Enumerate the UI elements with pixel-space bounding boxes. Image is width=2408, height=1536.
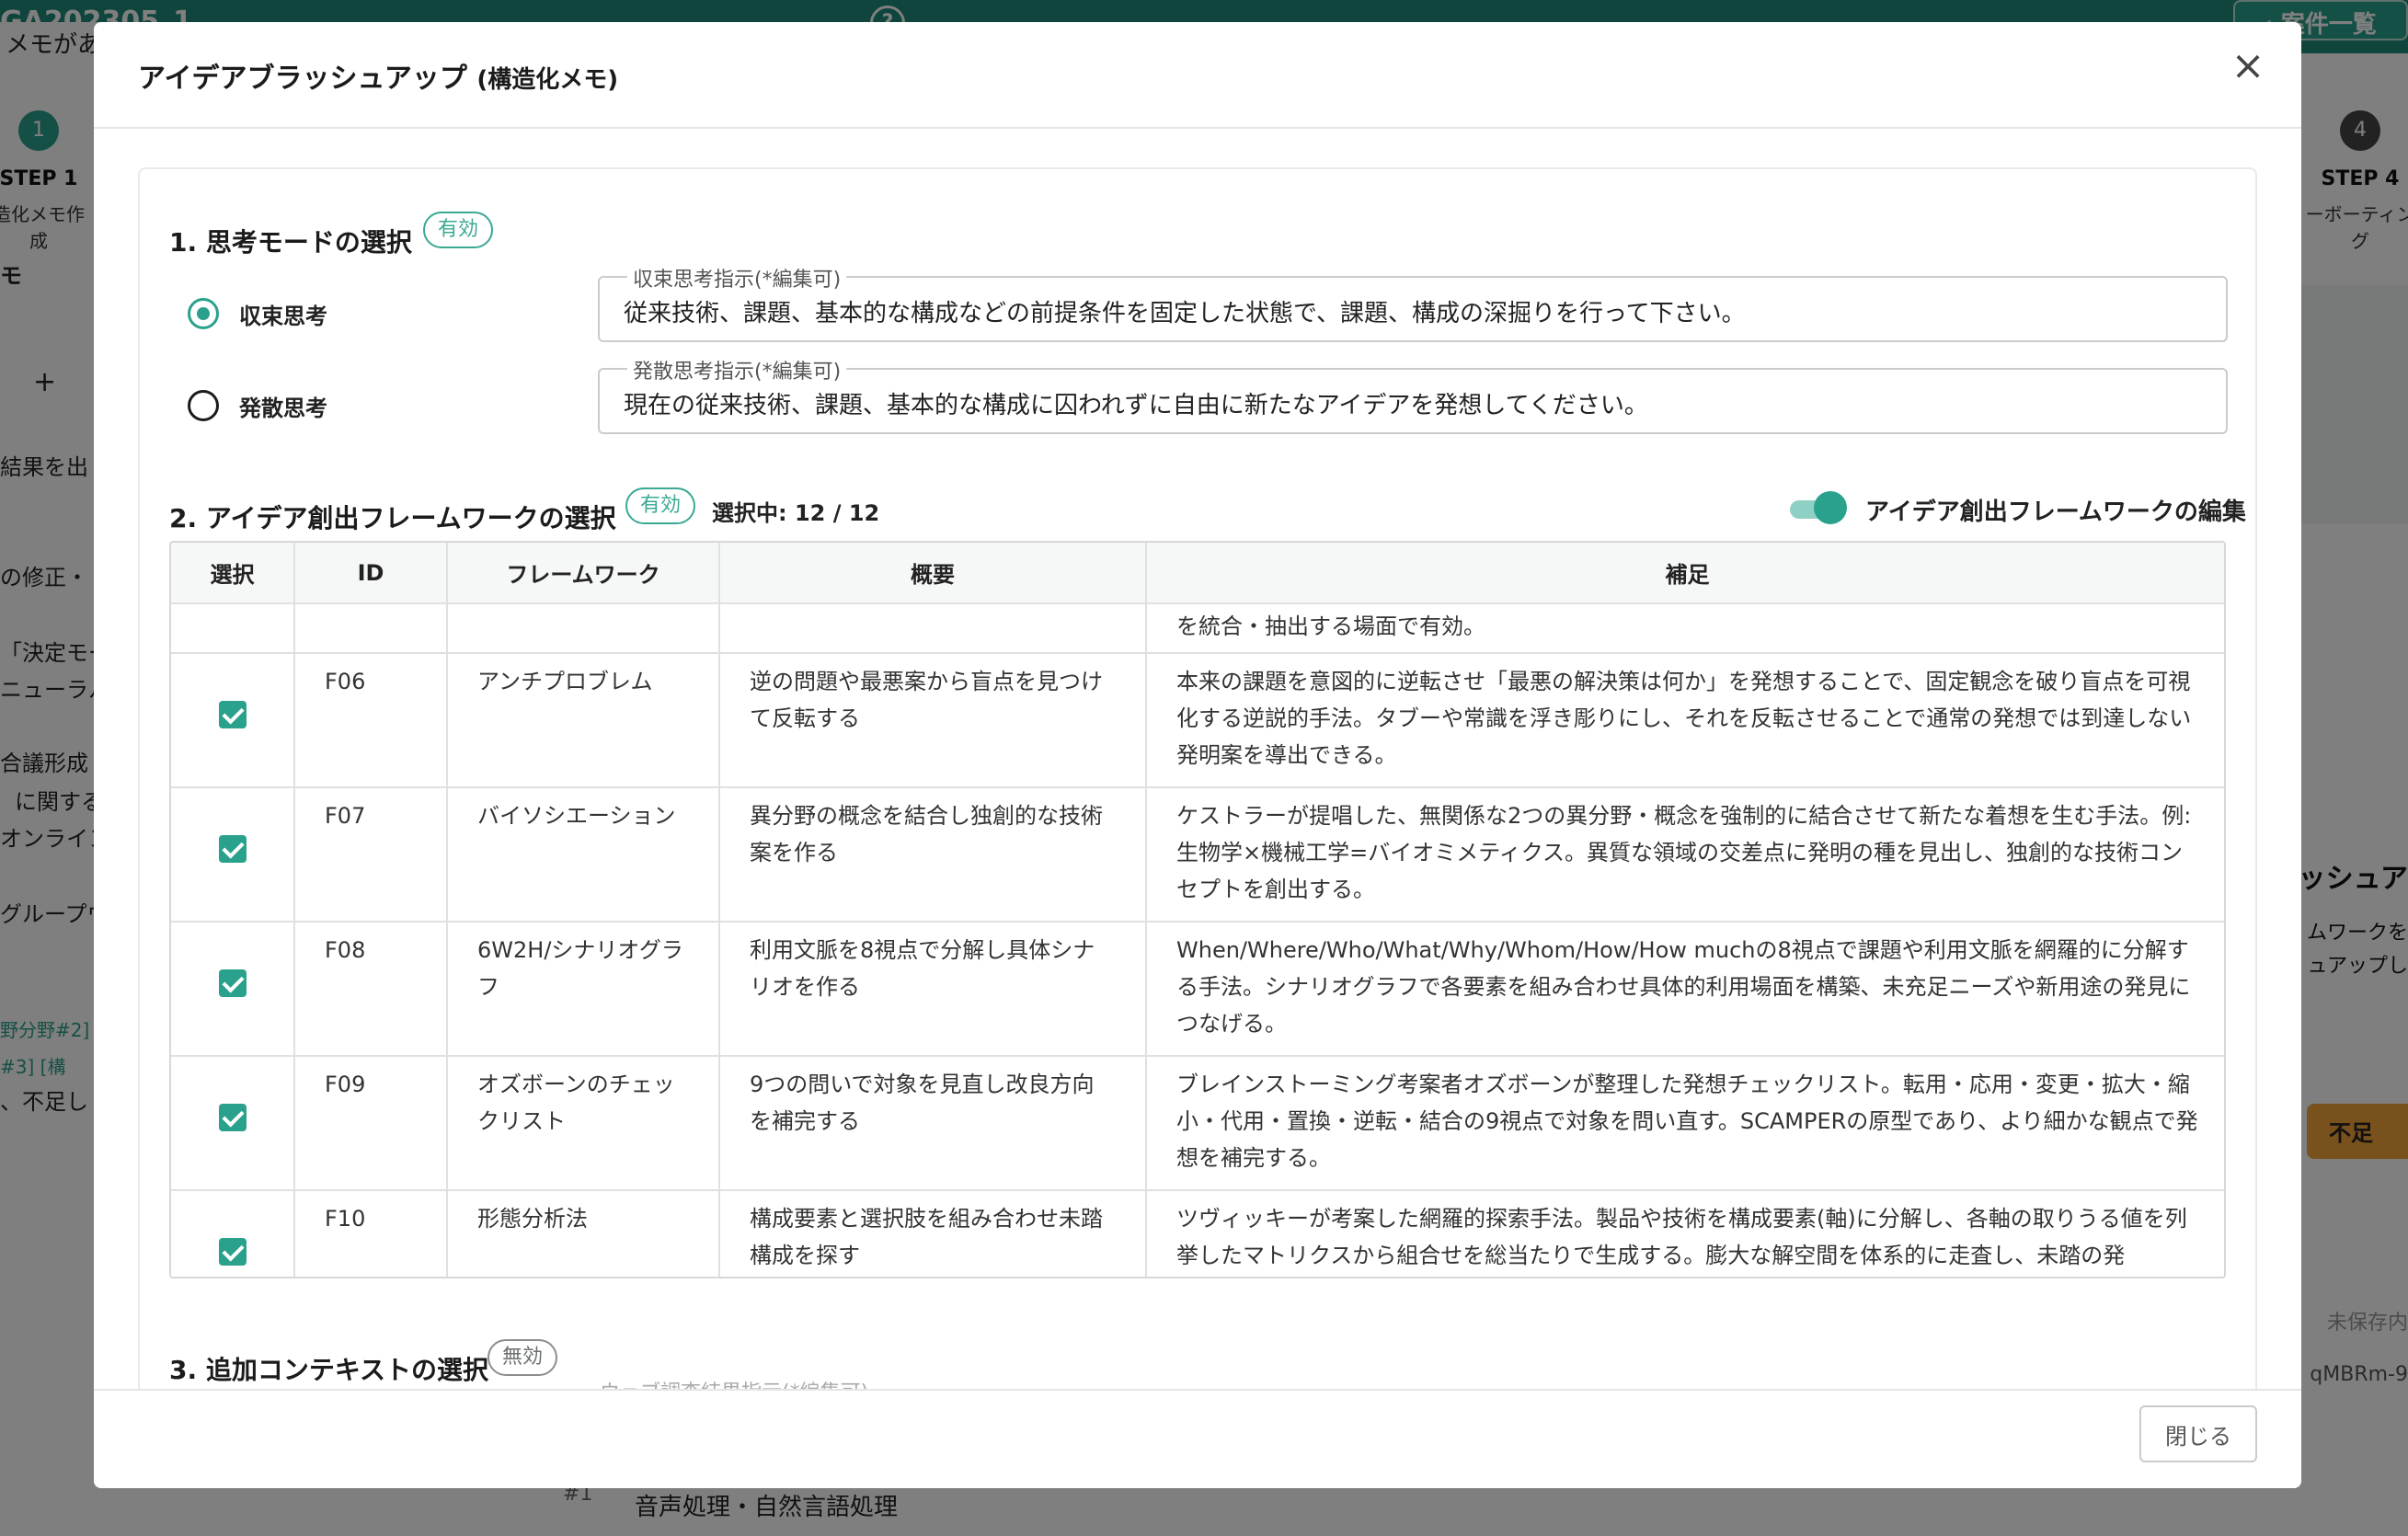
table-row[interactable]: F07 バイソシエーション 異分野の概念を結合し独創的な技術案を作る ケストラー… <box>171 787 2224 923</box>
framework-edit-toggle[interactable] <box>1790 489 1847 526</box>
modal-footer: 閉じる <box>94 1389 2301 1488</box>
convergent-instruction-field[interactable]: 収束思考指示(*編集可) 従来技術、課題、基本的な構成などの前提条件を固定した状… <box>598 263 2228 342</box>
cell-summary: 利用文脈を8視点で分解し具体シナリオを作る <box>719 922 1147 1057</box>
cell-summary: 9つの問いで対象を見直し改良方向を補完する <box>719 1056 1147 1191</box>
table-row[interactable]: F10 形態分析法 構成要素と選択肢を組み合わせ未踏構成を探す ツヴィッキーが考… <box>171 1190 2224 1277</box>
section2-title: 2. アイデア創出フレームワークの選択 <box>169 503 616 533</box>
cell-note: ブレインストーミング考案者オズボーンが整理した発想チェックリスト。転用・応用・変… <box>1146 1056 2224 1191</box>
cell-id: F06 <box>294 653 448 788</box>
row-checkbox[interactable] <box>218 835 247 863</box>
idea-brushup-modal: アイデアブラッシュアップ (構造化メモ) × 1. 思考モードの選択 有効 収束… <box>94 22 2301 1488</box>
row-checkbox[interactable] <box>218 1104 247 1131</box>
divergent-instruction-value[interactable]: 現在の従来技術、課題、基本的な構成に囚われずに自由に新たなアイデアを発想してくだ… <box>624 386 1648 420</box>
cell-id: F10 <box>294 1190 448 1277</box>
close-icon[interactable]: × <box>2228 46 2268 88</box>
cell-summary: 構成要素と選択肢を組み合わせ未踏構成を探す <box>719 1190 1147 1277</box>
section3-status-badge: 無効 <box>487 1339 558 1376</box>
cell-select <box>171 1056 295 1191</box>
convergent-label[interactable]: 収束思考 <box>239 298 327 330</box>
divergent-instruction-label: 発散思考指示(*編集可) <box>627 355 847 384</box>
modal-body: 1. 思考モードの選択 有効 収束思考 収束思考指示(*編集可) 従来技術、課題… <box>138 167 2257 1400</box>
toggle-knob <box>1814 491 1847 524</box>
cell-framework: アンチプロブレム <box>447 653 720 788</box>
divergent-instruction-field[interactable]: 発散思考指示(*編集可) 現在の従来技術、課題、基本的な構成に囚われずに自由に新… <box>598 355 2228 434</box>
section1-title: 1. 思考モードの選択 <box>169 227 412 258</box>
modal-header: アイデアブラッシュアップ (構造化メモ) × <box>94 22 2301 129</box>
divergent-radio[interactable] <box>188 390 219 421</box>
modal-title: アイデアブラッシュアップ (構造化メモ) <box>138 63 619 95</box>
convergent-instruction-value[interactable]: 従来技術、課題、基本的な構成などの前提条件を固定した状態で、課題、構成の深掘りを… <box>624 294 1746 328</box>
cell <box>294 603 448 654</box>
col-summary: 概要 <box>719 543 1147 604</box>
framework-table: 選択 ID フレームワーク 概要 補足 を統合・抽出する場面で有効。 F06 ア… <box>169 541 2226 1278</box>
table-header-row: 選択 ID フレームワーク 概要 補足 <box>171 543 2224 604</box>
section1-status-badge: 有効 <box>423 212 494 248</box>
divergent-label[interactable]: 発散思考 <box>239 390 327 422</box>
cell-framework: オズボーンのチェックリスト <box>447 1056 720 1191</box>
cell-id: F08 <box>294 922 448 1057</box>
cell-select <box>171 922 295 1057</box>
cell-select <box>171 1190 295 1277</box>
table-row[interactable]: F06 アンチプロブレム 逆の問題や最悪案から盲点を見つけて反転する 本来の課題… <box>171 653 2224 788</box>
cell <box>171 603 295 654</box>
cell-note: 本来の課題を意図的に逆転させ「最悪の解決策は何か」を発想することで、固定観念を破… <box>1146 653 2224 788</box>
col-framework: フレームワーク <box>447 543 720 604</box>
cell-id: F09 <box>294 1056 448 1191</box>
col-note: 補足 <box>1146 543 2224 604</box>
row-checkbox[interactable] <box>218 969 247 997</box>
cell-note: ケストラーが提唱した、無関係な2つの異分野・概念を強制的に結合させて新たな着想を… <box>1146 787 2224 923</box>
cell <box>719 603 1147 654</box>
table-row[interactable]: F08 6W2H/シナリオグラフ 利用文脈を8視点で分解し具体シナリオを作る W… <box>171 922 2224 1057</box>
cell <box>447 603 720 654</box>
selected-count: 選択中: 12 / 12 <box>712 500 880 526</box>
cell-summary: 逆の問題や最悪案から盲点を見つけて反転する <box>719 653 1147 788</box>
cell-framework: 形態分析法 <box>447 1190 720 1277</box>
cell-select <box>171 787 295 923</box>
row-checkbox[interactable] <box>218 701 247 728</box>
cell-note: を統合・抽出する場面で有効。 <box>1146 603 2224 654</box>
col-id: ID <box>294 543 448 604</box>
convergent-radio[interactable] <box>188 298 219 329</box>
framework-edit-label: アイデア創出フレームワークの編集 <box>1865 499 2246 526</box>
cell-note: When/Where/Who/What/Why/Whom/How/How muc… <box>1146 922 2224 1057</box>
cell-framework: 6W2H/シナリオグラフ <box>447 922 720 1057</box>
table-row[interactable]: F09 オズボーンのチェックリスト 9つの問いで対象を見直し改良方向を補完する … <box>171 1056 2224 1191</box>
cell-note: ツヴィッキーが考案した網羅的探索手法。製品や技術を構成要素(軸)に分解し、各軸の… <box>1146 1190 2224 1277</box>
row-checkbox[interactable] <box>218 1238 247 1266</box>
convergent-instruction-label: 収束思考指示(*編集可) <box>627 263 847 292</box>
cell-framework: バイソシエーション <box>447 787 720 923</box>
col-select: 選択 <box>171 543 295 604</box>
section3-title: 3. 追加コンテキストの選択 <box>169 1355 489 1385</box>
section2-status-badge: 有効 <box>625 487 696 524</box>
cell-select <box>171 653 295 788</box>
cell-summary: 異分野の概念を結合し独創的な技術案を作る <box>719 787 1147 923</box>
close-button[interactable]: 閉じる <box>2139 1405 2257 1462</box>
table-row: を統合・抽出する場面で有効。 <box>171 603 2224 654</box>
cell-id: F07 <box>294 787 448 923</box>
